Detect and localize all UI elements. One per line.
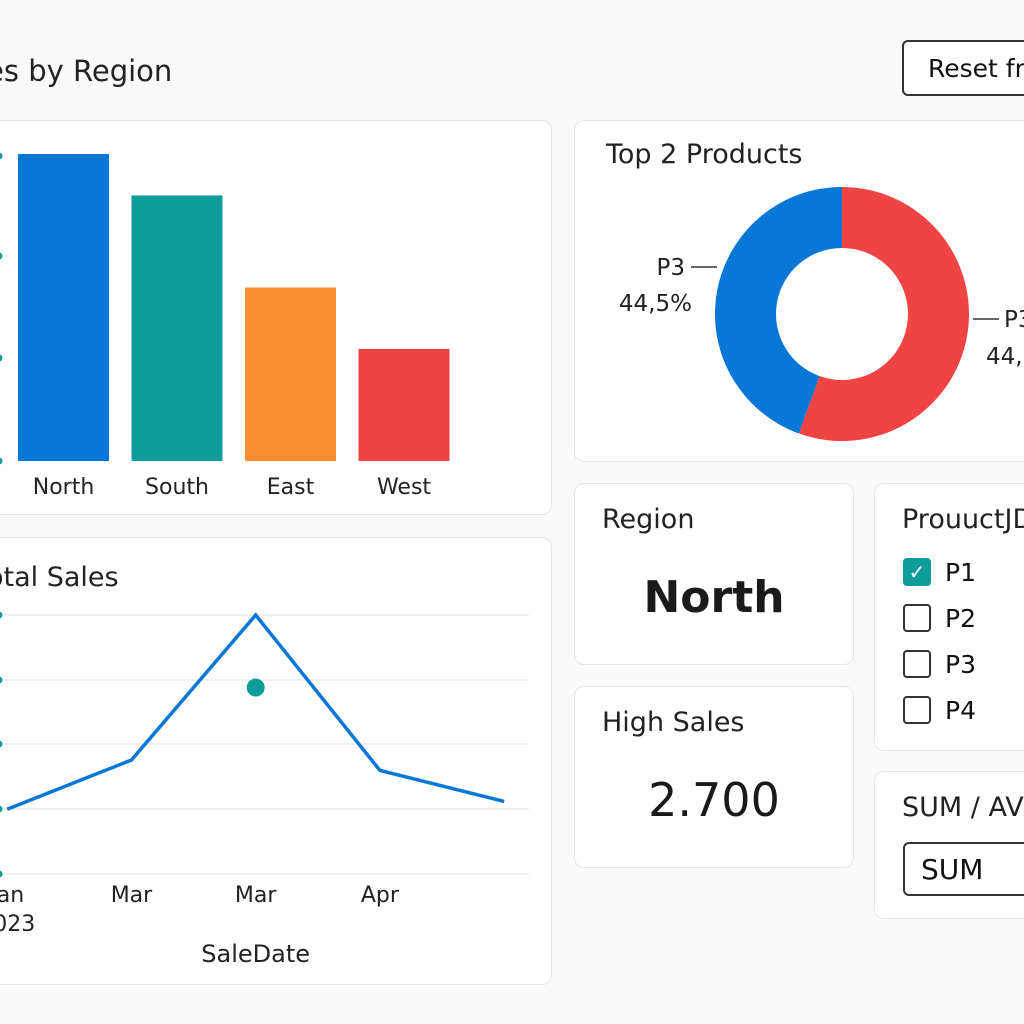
donut-title: Top 2 Products [606,139,803,170]
page-title: les by Region [0,54,173,88]
bar [18,154,109,461]
product-option-label: P2 [945,603,976,633]
bar-chart[interactable]: North South East West [0,121,551,514]
x-tick-label: Apr [361,883,400,908]
high-sales-kpi-title: High Sales [602,707,745,738]
line-chart-title: otal Sales [0,562,119,593]
x-tick-label: Mar [235,883,277,908]
region-kpi-title: Region [602,504,695,535]
product-option-p2[interactable]: P2 [903,602,976,634]
total-sales-card: otal Sales Jan 2023 Mar Mar Apr SaleDate [0,537,552,985]
y-tick-dot [0,252,3,260]
slice-value: 44,5% [619,291,692,317]
x-tick-sublabel: 2023 [0,912,35,937]
aggregation-card: SUM / AVI SUM [874,771,1024,919]
reset-filters-button[interactable]: Reset frl [902,40,1024,96]
bar [131,195,223,461]
product-option-label: P4 [945,695,976,725]
line-chart[interactable]: Jan 2023 Mar Mar Apr SaleDate [0,538,551,984]
x-tick-label: North [33,475,95,500]
aggregation-select-value: SUM [921,852,984,886]
x-tick-label: East [267,475,315,500]
checkbox[interactable] [903,696,931,724]
high-sales-kpi-value: 2.700 [648,773,780,827]
product-filter-card: ProuuctJD ✓ P1 P2 P3 P4 [874,483,1024,751]
bar [358,348,450,461]
product-option-label: P3 [945,649,976,679]
donut-chart[interactable]: P3 44,5% P3 44, [575,121,1024,461]
highlight-point [246,678,265,697]
y-tick-dot [0,805,3,813]
x-tick-label: West [377,475,431,500]
y-tick-dot [0,611,3,619]
slice-label: P3 [1004,307,1024,333]
region-kpi-card: Region North [574,483,854,665]
high-sales-kpi-card: High Sales 2.700 [574,686,854,868]
aggregation-title: SUM / AVI [902,792,1024,823]
sales-by-region-card: North South East West [0,120,552,515]
x-tick-label: Jan [0,883,24,908]
series-line [6,612,505,811]
product-option-p4[interactable]: P4 [903,694,976,726]
y-tick-dot [0,870,3,878]
aggregation-select[interactable]: SUM [903,842,1024,896]
top-products-card: Top 2 Products P3 44,5% P3 44, [574,120,1024,462]
product-filter-title: ProuuctJD [902,504,1024,535]
y-tick-dot [0,740,3,748]
product-option-p1[interactable]: ✓ P1 [903,556,976,588]
checkbox[interactable] [903,604,931,632]
checkbox[interactable]: ✓ [903,558,931,586]
x-axis-label: SaleDate [201,940,310,968]
slice-label: P3 [656,255,685,281]
y-tick-dot [0,354,3,362]
y-tick-dot [0,152,3,160]
product-option-label: P1 [945,557,976,587]
y-tick-dot [0,676,3,684]
slice-value: 44, [986,344,1023,370]
region-kpi-value: North [643,572,785,623]
bar [245,287,336,461]
x-tick-label: Mar [111,883,153,908]
checkbox[interactable] [903,650,931,678]
y-tick-dot [0,457,3,465]
x-tick-label: South [145,475,209,500]
product-option-p3[interactable]: P3 [903,648,976,680]
